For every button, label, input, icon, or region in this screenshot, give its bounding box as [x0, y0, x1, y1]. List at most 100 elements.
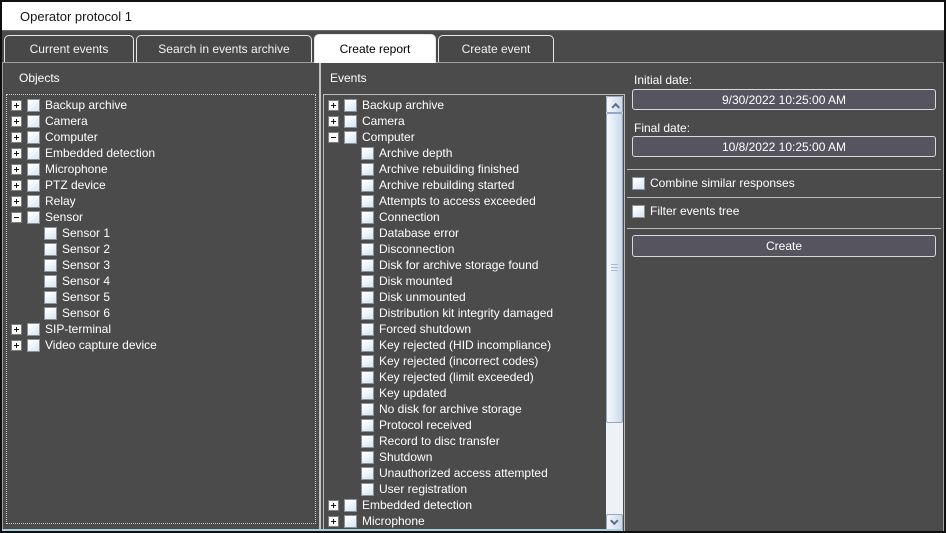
- tree-item-checkbox[interactable]: [361, 387, 374, 400]
- tree-item-checkbox[interactable]: [361, 195, 374, 208]
- expand-plus-icon[interactable]: [11, 100, 22, 111]
- expand-plus-icon[interactable]: [11, 116, 22, 127]
- initial-date-button[interactable]: 9/30/2022 10:25:00 AM: [632, 89, 936, 110]
- tree-row[interactable]: Distribution kit integrity damaged: [324, 305, 624, 321]
- tree-row[interactable]: Disk unmounted: [324, 289, 624, 305]
- create-button[interactable]: Create: [632, 235, 936, 257]
- tree-item-checkbox[interactable]: [27, 339, 40, 352]
- tree-row[interactable]: Camera: [7, 113, 315, 129]
- tree-row[interactable]: Database error: [324, 225, 624, 241]
- tree-row[interactable]: Key rejected (limit exceeded): [324, 369, 624, 385]
- tree-item-checkbox[interactable]: [361, 339, 374, 352]
- tree-item-checkbox[interactable]: [361, 371, 374, 384]
- tree-row[interactable]: Relay: [7, 193, 315, 209]
- tree-item-checkbox[interactable]: [44, 243, 57, 256]
- tree-row[interactable]: Microphone: [7, 161, 315, 177]
- tree-item-checkbox[interactable]: [361, 451, 374, 464]
- tree-item-checkbox[interactable]: [361, 467, 374, 480]
- tree-row[interactable]: SIP-terminal: [7, 321, 315, 337]
- tree-row[interactable]: Key rejected (incorrect codes): [324, 353, 624, 369]
- tree-row[interactable]: Attempts to access exceeded: [324, 193, 624, 209]
- tree-item-checkbox[interactable]: [27, 99, 40, 112]
- tab-create-event[interactable]: Create event: [438, 35, 554, 62]
- tree-item-checkbox[interactable]: [27, 115, 40, 128]
- tree-row[interactable]: Microphone: [324, 513, 624, 529]
- tab-create-report[interactable]: Create report: [314, 34, 436, 63]
- tree-row[interactable]: Embedded detection: [324, 497, 624, 513]
- combine-similar-responses-row[interactable]: Combine similar responses: [632, 175, 795, 191]
- tree-row[interactable]: Key updated: [324, 385, 624, 401]
- expand-plus-icon[interactable]: [328, 516, 339, 527]
- tab-search-in-events-archive[interactable]: Search in events archive: [136, 35, 312, 62]
- tree-item-checkbox[interactable]: [27, 179, 40, 192]
- tree-item-checkbox[interactable]: [27, 211, 40, 224]
- tree-item-checkbox[interactable]: [27, 163, 40, 176]
- tree-row[interactable]: Sensor 5: [7, 289, 315, 305]
- tree-row[interactable]: Disk mounted: [324, 273, 624, 289]
- final-date-button[interactable]: 10/8/2022 10:25:00 AM: [632, 136, 936, 157]
- expand-plus-icon[interactable]: [11, 148, 22, 159]
- tree-item-checkbox[interactable]: [361, 419, 374, 432]
- scroll-up-button[interactable]: [606, 96, 623, 113]
- tree-row[interactable]: Camera: [324, 113, 624, 129]
- tree-row[interactable]: Disk for archive storage found: [324, 257, 624, 273]
- tree-item-checkbox[interactable]: [361, 483, 374, 496]
- tree-item-checkbox[interactable]: [361, 435, 374, 448]
- tree-item-checkbox[interactable]: [361, 211, 374, 224]
- expand-plus-icon[interactable]: [11, 180, 22, 191]
- tree-item-checkbox[interactable]: [27, 131, 40, 144]
- tree-row[interactable]: Sensor 1: [7, 225, 315, 241]
- tree-row[interactable]: No disk for archive storage: [324, 401, 624, 417]
- tab-current-events[interactable]: Current events: [4, 35, 134, 62]
- tree-item-checkbox[interactable]: [44, 307, 57, 320]
- tree-item-checkbox[interactable]: [344, 131, 357, 144]
- events-scrollbar[interactable]: [606, 96, 623, 531]
- tree-row[interactable]: Sensor: [7, 209, 315, 225]
- tree-item-checkbox[interactable]: [361, 163, 374, 176]
- tree-item-checkbox[interactable]: [361, 403, 374, 416]
- tree-item-checkbox[interactable]: [44, 259, 57, 272]
- tree-item-checkbox[interactable]: [361, 307, 374, 320]
- tree-row[interactable]: Sensor 2: [7, 241, 315, 257]
- expand-plus-icon[interactable]: [328, 500, 339, 511]
- collapse-minus-icon[interactable]: [328, 132, 339, 143]
- expand-plus-icon[interactable]: [328, 100, 339, 111]
- tree-row[interactable]: Backup archive: [324, 97, 624, 113]
- tree-row[interactable]: Sensor 6: [7, 305, 315, 321]
- tree-row[interactable]: Video capture device: [7, 337, 315, 353]
- tree-row[interactable]: Forced shutdown: [324, 321, 624, 337]
- tree-row[interactable]: Computer: [324, 129, 624, 145]
- tree-row[interactable]: Backup archive: [7, 97, 315, 113]
- tree-item-checkbox[interactable]: [27, 147, 40, 160]
- filter-events-tree-row[interactable]: Filter events tree: [632, 203, 739, 219]
- tree-item-checkbox[interactable]: [361, 227, 374, 240]
- collapse-minus-icon[interactable]: [11, 212, 22, 223]
- tree-item-checkbox[interactable]: [344, 99, 357, 112]
- expand-plus-icon[interactable]: [11, 340, 22, 351]
- tree-item-checkbox[interactable]: [344, 515, 357, 528]
- tree-item-checkbox[interactable]: [361, 259, 374, 272]
- tree-row[interactable]: Protocol received: [324, 417, 624, 433]
- tree-item-checkbox[interactable]: [27, 323, 40, 336]
- tree-row[interactable]: Sensor 3: [7, 257, 315, 273]
- tree-row[interactable]: Record to disc transfer: [324, 433, 624, 449]
- tree-item-checkbox[interactable]: [361, 275, 374, 288]
- tree-item-checkbox[interactable]: [361, 147, 374, 160]
- tree-row[interactable]: Sensor 4: [7, 273, 315, 289]
- tree-row[interactable]: Archive depth: [324, 145, 624, 161]
- tree-item-checkbox[interactable]: [344, 115, 357, 128]
- tree-item-checkbox[interactable]: [27, 195, 40, 208]
- tree-item-checkbox[interactable]: [44, 227, 57, 240]
- tree-item-checkbox[interactable]: [361, 291, 374, 304]
- tree-item-checkbox[interactable]: [344, 499, 357, 512]
- tree-item-checkbox[interactable]: [361, 355, 374, 368]
- expand-plus-icon[interactable]: [11, 196, 22, 207]
- tree-item-checkbox[interactable]: [44, 291, 57, 304]
- tree-row[interactable]: Computer: [7, 129, 315, 145]
- tree-row[interactable]: Embedded detection: [7, 145, 315, 161]
- tree-row[interactable]: Archive rebuilding finished: [324, 161, 624, 177]
- tree-row[interactable]: Key rejected (HID incompliance): [324, 337, 624, 353]
- expand-plus-icon[interactable]: [11, 164, 22, 175]
- tree-row[interactable]: User registration: [324, 481, 624, 497]
- tree-row[interactable]: Disconnection: [324, 241, 624, 257]
